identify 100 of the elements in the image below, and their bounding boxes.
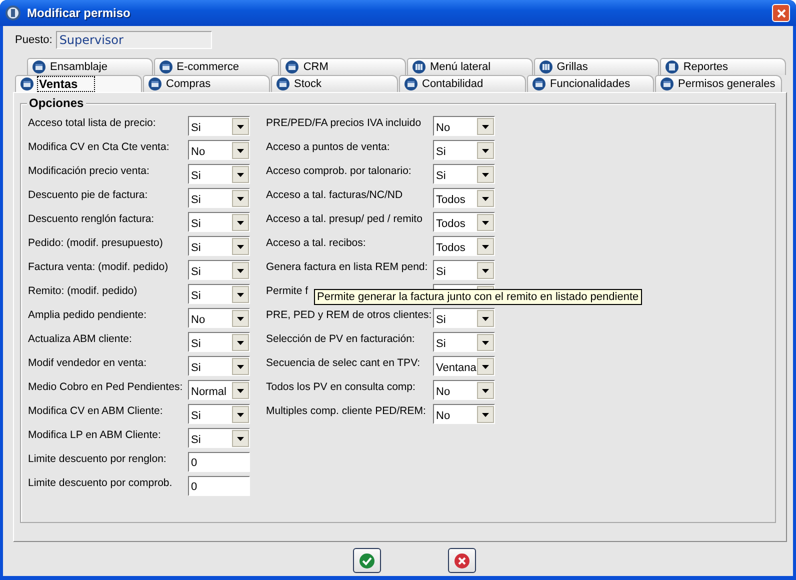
window-title: Modificar permiso <box>27 6 132 20</box>
window-icon <box>276 77 290 91</box>
dropdown[interactable]: Si <box>188 164 250 184</box>
dropdown[interactable]: No <box>188 140 250 160</box>
caret-icon <box>232 142 249 158</box>
close-icon <box>774 6 788 20</box>
option-label: Modif vendedor en venta: <box>28 356 146 369</box>
caret-icon <box>232 262 249 278</box>
dropdown[interactable]: Si <box>188 428 250 448</box>
window-icon <box>158 60 173 74</box>
caret-icon <box>232 214 249 230</box>
columns-icon <box>412 60 426 74</box>
tab[interactable]: Contabilidad <box>399 75 526 92</box>
option-label: Todos los PV en consulta comp: <box>266 380 416 393</box>
option-label: Pedido: (modif. presupuesto) <box>28 236 163 249</box>
option-label: Descuento pie de factura: <box>28 188 148 201</box>
tab[interactable]: Stock <box>271 75 398 92</box>
tab[interactable]: Ventas <box>15 75 142 92</box>
caret-icon <box>232 406 249 422</box>
caret-icon <box>232 238 249 254</box>
window-icon <box>20 77 34 91</box>
dropdown[interactable]: Si <box>188 332 250 352</box>
caret-icon <box>477 334 494 350</box>
caret-icon <box>477 262 494 278</box>
dropdown[interactable]: Todos <box>433 212 495 232</box>
columns-icon <box>538 60 553 74</box>
option-label: PRE/PED/FA precios IVA incluido <box>266 116 422 129</box>
dropdown[interactable]: Si <box>433 140 495 160</box>
caret-icon <box>477 406 494 422</box>
caret-icon <box>232 310 249 326</box>
option-label: Modifica CV en ABM Cliente: <box>28 404 163 417</box>
dropdown[interactable]: No <box>433 380 495 400</box>
window-icon <box>404 77 418 91</box>
option-label: Secuencia de selec cant en TPV: <box>266 356 420 369</box>
option-label: Genera factura en lista REM pend: <box>266 260 428 273</box>
page-icon <box>665 60 680 74</box>
dropdown[interactable]: Si <box>188 212 250 232</box>
dropdown[interactable]: No <box>433 404 495 424</box>
cross-icon <box>454 552 470 568</box>
tab[interactable]: Menú lateral <box>407 58 533 75</box>
option-label: Remito: (modif. pedido) <box>28 284 138 297</box>
field-label: Puesto: <box>15 34 52 46</box>
dropdown[interactable]: Ventana <box>433 356 495 376</box>
caret-icon <box>232 166 249 182</box>
caret-icon <box>477 142 494 158</box>
input-field[interactable]: 0 <box>188 476 250 496</box>
option-label: Actualiza ABM cliente: <box>28 332 132 345</box>
dropdown[interactable]: Todos <box>433 236 495 256</box>
option-label: Acceso a puntos de venta: <box>266 140 390 153</box>
caret-icon <box>232 190 249 206</box>
option-label: Amplia pedido pendiente: <box>28 308 147 321</box>
tab[interactable]: CRM <box>280 58 406 75</box>
tab[interactable]: Grillas <box>534 58 660 75</box>
option-label: Factura venta: (modif. pedido) <box>28 260 168 273</box>
close-button[interactable] <box>772 4 790 22</box>
tab[interactable]: Permisos generales <box>655 75 782 92</box>
tab[interactable]: Funcionalidades <box>527 75 654 92</box>
dropdown[interactable]: Si <box>433 164 495 184</box>
option-label: Limite descuento por renglon: <box>28 452 166 465</box>
caret-icon <box>232 358 249 374</box>
dropdown[interactable]: Normal <box>188 380 250 400</box>
caret-icon <box>232 286 249 302</box>
dropdown[interactable]: Si <box>433 308 495 328</box>
dropdown[interactable]: Si <box>188 284 250 304</box>
dropdown[interactable]: Si <box>433 332 495 352</box>
caret-icon <box>477 382 494 398</box>
tab[interactable]: E-commerce <box>154 58 280 75</box>
tab[interactable]: Compras <box>143 75 270 92</box>
caret-icon <box>232 334 249 350</box>
option-label: PRE, PED y REM de otros clientes: <box>266 308 432 321</box>
cancel-button[interactable] <box>448 548 476 573</box>
dropdown[interactable]: No <box>188 308 250 328</box>
option-label: Acceso a tal. facturas/NC/ND <box>266 188 403 201</box>
option-label: Descuento renglón factura: <box>28 212 154 225</box>
option-label: Acceso a tal. recibos: <box>266 236 366 249</box>
option-label: Multiples comp. cliente PED/REM: <box>266 404 426 417</box>
dropdown[interactable]: Si <box>188 356 250 376</box>
check-icon <box>358 552 374 568</box>
dropdown[interactable]: Si <box>433 260 495 280</box>
option-label: Limite descuento por comprob. <box>28 476 172 489</box>
option-label: Permite f <box>266 284 308 297</box>
caret-icon <box>477 358 494 374</box>
caret-icon <box>477 190 494 206</box>
window-icon <box>285 60 300 74</box>
dropdown[interactable]: Si <box>188 404 250 424</box>
window-icon <box>532 77 546 91</box>
dropdown[interactable]: Si <box>188 236 250 256</box>
caret-icon <box>232 430 249 446</box>
dropdown[interactable]: Si <box>188 116 250 136</box>
dropdown[interactable]: Todos <box>433 188 495 208</box>
dropdown[interactable]: Si <box>188 260 250 280</box>
dropdown[interactable]: Si <box>188 188 250 208</box>
dropdown[interactable]: No <box>433 116 495 136</box>
tab[interactable]: Reportes <box>660 58 786 75</box>
caret-icon <box>477 166 494 182</box>
option-label: Modificación precio venta: <box>28 164 150 177</box>
tab[interactable]: Ensamblaje <box>27 58 153 75</box>
input-field[interactable]: 0 <box>188 452 250 472</box>
option-label: Acceso a tal. presup/ ped / remito <box>266 212 422 225</box>
confirm-button[interactable] <box>352 548 380 573</box>
